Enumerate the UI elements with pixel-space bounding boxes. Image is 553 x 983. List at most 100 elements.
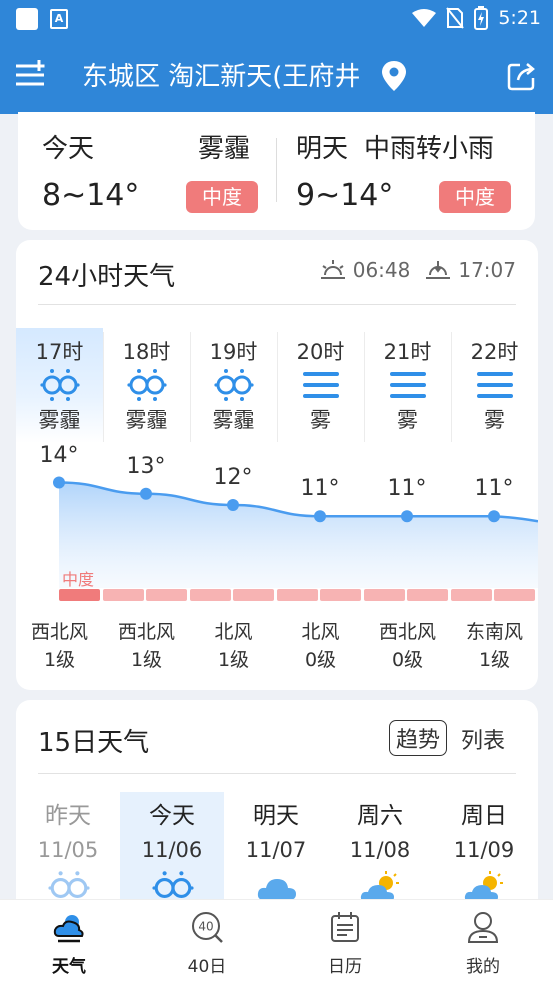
hour-wind: 东南风 1级 bbox=[451, 618, 538, 674]
forty-day-icon: 40 bbox=[192, 912, 223, 943]
hour-weather: 雾霾 bbox=[38, 408, 81, 432]
aqi-bar bbox=[407, 589, 448, 601]
hour-temp: 11° bbox=[300, 476, 340, 502]
today-label: 今天 bbox=[42, 134, 95, 164]
nav-label: 天气 bbox=[52, 957, 86, 977]
haze-icon bbox=[127, 368, 167, 402]
hour-time: 19时 bbox=[209, 340, 258, 364]
wind-level: 0级 bbox=[304, 649, 337, 671]
today-aqi-badge: 中度 bbox=[186, 181, 258, 213]
city-manage-icon[interactable] bbox=[14, 58, 48, 92]
hour-weather: 雾霾 bbox=[212, 408, 255, 432]
hour-wind: 西北风 0级 bbox=[364, 618, 451, 674]
column-separator bbox=[451, 332, 452, 442]
today-temp: 8~14° bbox=[42, 178, 140, 213]
nav-calendar[interactable]: 日历 bbox=[276, 900, 414, 983]
hour-weather: 雾 bbox=[484, 408, 505, 432]
hour-column[interactable]: 19时雾霾 bbox=[190, 328, 277, 443]
hour-temp: 12° bbox=[213, 465, 253, 490]
hour-wind: 北风 0级 bbox=[277, 618, 364, 674]
haze-icon bbox=[40, 368, 80, 402]
column-separator bbox=[277, 332, 278, 442]
tomorrow-temp: 9~14° bbox=[296, 178, 394, 213]
wind-level: 1级 bbox=[478, 649, 511, 671]
hourly-forecast-card: 24小时天气 06:48 17:07 17时 雾霾 18时 雾霾 19时 雾霾 20时雾 21… bbox=[16, 240, 538, 690]
column-separator bbox=[364, 332, 365, 442]
aqi-bar bbox=[189, 589, 231, 601]
hour-column[interactable]: 18时雾霾 bbox=[103, 328, 190, 443]
day-name: 今天 bbox=[149, 803, 195, 829]
app-notification-icon: A bbox=[50, 9, 68, 29]
location-title[interactable]: 东城区 淘汇新天(王府井 bbox=[82, 56, 378, 93]
hour-column[interactable]: 21时雾 bbox=[364, 328, 451, 443]
weather-icon bbox=[53, 915, 84, 943]
wind-level: 1级 bbox=[217, 649, 250, 671]
fog-icon bbox=[301, 368, 341, 402]
tomorrow-weather: 中雨转小雨 bbox=[364, 134, 495, 164]
hour-time: 21时 bbox=[383, 340, 432, 364]
hour-weather: 雾 bbox=[310, 408, 331, 432]
aqi-bar bbox=[102, 589, 144, 601]
nav-profile[interactable]: 我的 bbox=[414, 900, 552, 983]
bottom-nav: 天气 40 40日 日历 我的 bbox=[0, 899, 553, 983]
day-date: 11/07 bbox=[245, 838, 307, 862]
hour-time: 22时 bbox=[470, 340, 519, 364]
day-date: 11/05 bbox=[37, 838, 99, 862]
hour-time: 18时 bbox=[122, 340, 171, 364]
toggle-trend[interactable]: 趋势 bbox=[389, 720, 448, 756]
hour-temp: 14° bbox=[39, 442, 79, 468]
battery-charging-icon bbox=[474, 6, 489, 30]
hour-column[interactable]: 17时雾霾 bbox=[16, 328, 103, 443]
temperature-point bbox=[227, 499, 239, 511]
hour-temp: 11° bbox=[387, 476, 427, 502]
clock: 5:21 bbox=[498, 7, 541, 29]
sunrise-icon bbox=[320, 260, 345, 279]
nav-label: 我的 bbox=[466, 957, 500, 977]
share-icon[interactable] bbox=[506, 60, 538, 92]
wind-direction: 西北风 bbox=[117, 621, 175, 643]
hour-weather: 雾霾 bbox=[125, 408, 168, 432]
temperature-point bbox=[401, 510, 413, 523]
status-bar: A 5:21 bbox=[0, 0, 553, 38]
hour-time: 20时 bbox=[296, 340, 345, 364]
wind-direction: 西北风 bbox=[30, 621, 88, 643]
aqi-level-label: 中度 bbox=[62, 570, 95, 589]
temperature-point bbox=[488, 510, 500, 523]
hour-column[interactable]: 22时雾 bbox=[451, 328, 538, 443]
day-date: 11/09 bbox=[453, 838, 515, 862]
hour-time: 17时 bbox=[35, 340, 84, 364]
forty-badge-text: 40 bbox=[198, 920, 213, 934]
location-pin-icon[interactable] bbox=[380, 60, 408, 92]
aqi-bar bbox=[494, 589, 535, 601]
aqi-bar bbox=[363, 589, 405, 601]
hour-column[interactable]: 20时雾 bbox=[277, 328, 364, 443]
wind-level: 0级 bbox=[391, 649, 424, 671]
day-date: 11/08 bbox=[349, 838, 411, 862]
fog-icon bbox=[388, 368, 428, 402]
toggle-list[interactable]: 列表 bbox=[461, 723, 505, 755]
wind-direction: 北风 bbox=[214, 621, 253, 643]
nav-label: 40日 bbox=[187, 957, 227, 977]
sunset-icon bbox=[426, 261, 451, 279]
aqi-bar bbox=[59, 589, 100, 601]
aqi-bar bbox=[450, 589, 492, 601]
fog-icon bbox=[475, 368, 515, 402]
nav-weather[interactable]: 天气 bbox=[0, 900, 138, 983]
wifi-icon bbox=[412, 9, 437, 27]
hourly-divider bbox=[38, 304, 516, 305]
day-date: 11/06 bbox=[141, 838, 203, 862]
aqi-bar bbox=[276, 589, 318, 601]
aqi-bar bbox=[233, 589, 274, 601]
wind-direction: 西北风 bbox=[378, 621, 436, 643]
sunset-time: 17:07 bbox=[458, 258, 516, 282]
wind-direction: 北风 bbox=[301, 621, 340, 643]
hour-temp: 11° bbox=[474, 476, 514, 502]
day-name: 周日 bbox=[461, 803, 507, 829]
hour-wind: 西北风 1级 bbox=[103, 618, 190, 674]
today-tomorrow-card[interactable]: 今天 雾霾 8~14° 中度 明天 中雨转小雨 9~14° 中度 bbox=[18, 112, 535, 230]
nav-40-day[interactable]: 40 40日 bbox=[138, 900, 276, 983]
fifteen-day-title: 15日天气 bbox=[38, 728, 150, 758]
temperature-point bbox=[314, 510, 326, 523]
hourly-title: 24小时天气 bbox=[38, 262, 176, 292]
sun-times: 06:48 17:07 bbox=[319, 258, 516, 282]
